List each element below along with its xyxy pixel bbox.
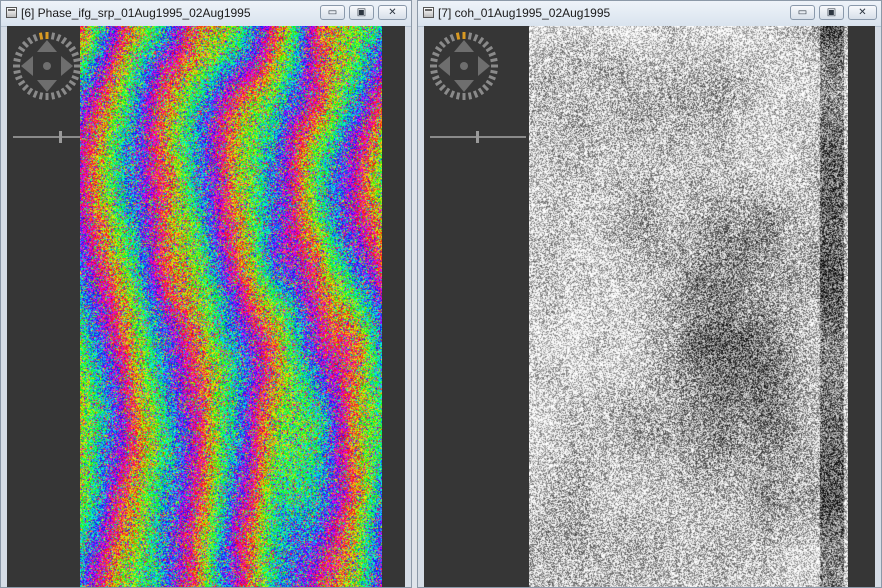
pan-down-arrow-icon[interactable] bbox=[454, 80, 474, 92]
maximize-button[interactable]: ▣ bbox=[349, 5, 374, 20]
close-button[interactable]: ✕ bbox=[848, 5, 877, 20]
pan-left-arrow-icon[interactable] bbox=[21, 56, 33, 76]
coherence-window[interactable]: [7] coh_01Aug1995_02Aug1995 ▭ ▣ ✕ bbox=[417, 0, 882, 588]
phase-window-title: [6] Phase_ifg_srp_01Aug1995_02Aug1995 bbox=[21, 6, 251, 20]
pan-left-arrow-icon[interactable] bbox=[438, 56, 450, 76]
coherence-window-titlebar[interactable]: [7] coh_01Aug1995_02Aug1995 ▭ ▣ ✕ bbox=[418, 1, 881, 27]
center-icon[interactable] bbox=[460, 62, 468, 70]
coherence-window-title: [7] coh_01Aug1995_02Aug1995 bbox=[438, 6, 611, 20]
minimize-button[interactable]: ▭ bbox=[320, 5, 345, 20]
phase-window[interactable]: [6] Phase_ifg_srp_01Aug1995_02Aug1995 ▭ … bbox=[0, 0, 412, 588]
center-icon[interactable] bbox=[43, 62, 51, 70]
phase-image-view[interactable] bbox=[7, 26, 405, 587]
pan-up-arrow-icon[interactable] bbox=[37, 40, 57, 52]
pan-right-arrow-icon[interactable] bbox=[478, 56, 490, 76]
navigation-compass-icon[interactable] bbox=[428, 30, 500, 102]
phase-window-titlebar[interactable]: [6] Phase_ifg_srp_01Aug1995_02Aug1995 ▭ … bbox=[1, 1, 411, 27]
window-app-icon bbox=[6, 7, 17, 18]
pan-up-arrow-icon[interactable] bbox=[454, 40, 474, 52]
window-app-icon bbox=[423, 7, 434, 18]
navigation-compass-icon[interactable] bbox=[11, 30, 83, 102]
coherence-image-view[interactable] bbox=[424, 26, 848, 587]
maximize-button[interactable]: ▣ bbox=[819, 5, 844, 20]
phase-interferogram-image[interactable] bbox=[80, 26, 382, 587]
zoom-slider[interactable] bbox=[430, 130, 526, 144]
minimize-button[interactable]: ▭ bbox=[790, 5, 815, 20]
coherence-image[interactable] bbox=[529, 26, 848, 587]
zoom-slider-thumb[interactable] bbox=[476, 131, 479, 143]
zoom-slider-thumb[interactable] bbox=[59, 131, 62, 143]
pan-right-arrow-icon[interactable] bbox=[61, 56, 73, 76]
coherence-right-edge bbox=[848, 26, 875, 587]
close-button[interactable]: ✕ bbox=[378, 5, 407, 20]
pan-down-arrow-icon[interactable] bbox=[37, 80, 57, 92]
